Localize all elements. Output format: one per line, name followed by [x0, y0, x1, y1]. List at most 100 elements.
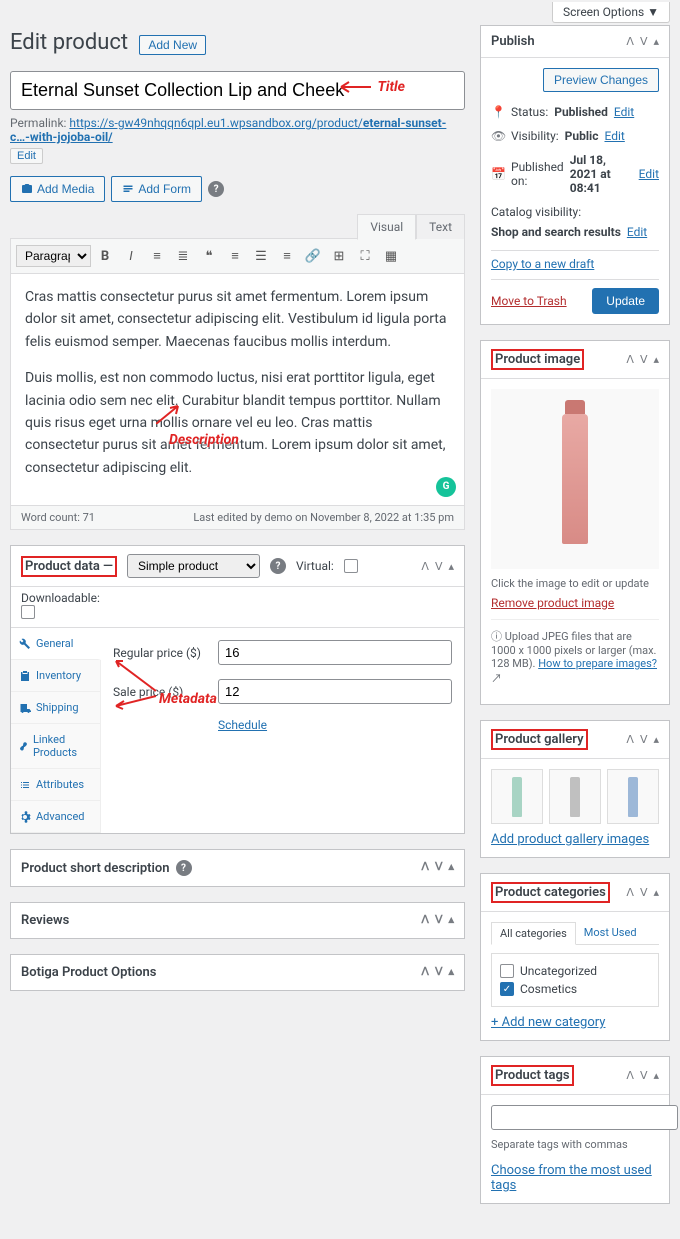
product-title-input[interactable] — [10, 71, 465, 110]
move-to-trash-link[interactable]: Move to Trash — [491, 294, 567, 308]
tab-text[interactable]: Text — [416, 214, 465, 239]
fullscreen-button[interactable]: ⛶ — [353, 244, 377, 268]
tags-note: Separate tags with commas — [491, 1138, 659, 1151]
align-left-button[interactable]: ≡ — [223, 244, 247, 268]
categories-title: Product categories — [491, 882, 610, 903]
chevron-up-icon[interactable]: ᐱ — [421, 860, 429, 876]
chevron-up-icon[interactable]: ᐱ — [626, 353, 634, 366]
cat-tab-all[interactable]: All categories — [491, 922, 576, 945]
cat-cosmetics-checkbox[interactable]: ✓ — [500, 982, 514, 996]
tab-linked[interactable]: Linked Products — [11, 724, 100, 769]
edit-status-link[interactable]: Edit — [614, 105, 634, 119]
chevron-down-icon[interactable]: ᐯ — [435, 860, 443, 876]
chevron-down-icon[interactable]: ᐯ — [640, 1069, 648, 1082]
chevron-down-icon[interactable]: ᐯ — [435, 913, 443, 928]
sale-price-input[interactable] — [218, 679, 452, 704]
schedule-link[interactable]: Schedule — [218, 718, 267, 732]
add-form-button[interactable]: Add Form — [111, 176, 202, 202]
chevron-down-icon[interactable]: ᐯ — [640, 733, 648, 746]
product-data-title: Product data — — [21, 556, 117, 577]
tab-advanced[interactable]: Advanced — [11, 801, 100, 833]
regular-price-input[interactable] — [218, 640, 452, 665]
tab-inventory[interactable]: Inventory — [11, 660, 100, 692]
add-category-link[interactable]: + Add new category — [491, 1015, 605, 1030]
italic-button[interactable]: I — [119, 244, 143, 268]
copy-draft-link[interactable]: Copy to a new draft — [491, 257, 594, 271]
toggle-icon[interactable]: ▴ — [653, 886, 659, 899]
edit-catalog-link[interactable]: Edit — [627, 225, 647, 239]
grammarly-icon[interactable]: G — [436, 477, 456, 497]
choose-tags-link[interactable]: Choose from the most used tags — [491, 1163, 652, 1193]
add-media-button[interactable]: Add Media — [10, 176, 105, 202]
align-right-button[interactable]: ≡ — [275, 244, 299, 268]
edit-visibility-link[interactable]: Edit — [604, 129, 624, 143]
ol-button[interactable]: ≣ — [171, 244, 195, 268]
quote-button[interactable]: ❝ — [197, 244, 221, 268]
chevron-down-icon[interactable]: ᐯ — [640, 353, 648, 366]
help-icon[interactable]: ? — [176, 860, 192, 876]
update-button[interactable]: Update — [592, 288, 659, 314]
product-type-select[interactable]: Simple product — [127, 554, 260, 578]
toggle-icon[interactable]: ▴ — [653, 733, 659, 746]
product-image-thumbnail[interactable] — [491, 389, 659, 569]
edit-date-link[interactable]: Edit — [639, 167, 659, 181]
image-click-note: Click the image to edit or update — [491, 577, 659, 590]
toggle-icon[interactable]: ▴ — [653, 353, 659, 366]
toggle-icon[interactable]: ▴ — [448, 965, 454, 980]
gallery-title: Product gallery — [491, 729, 588, 750]
sale-price-label: Sale price ($) — [113, 685, 208, 699]
toggle-icon[interactable]: ▴ — [653, 35, 659, 48]
link-button[interactable]: 🔗 — [301, 244, 325, 268]
page-title: Edit product — [10, 30, 128, 55]
gallery-thumb-2[interactable] — [549, 769, 601, 824]
toggle-icon[interactable]: ▴ — [448, 860, 454, 876]
toggle-icon[interactable]: ▴ — [448, 913, 454, 928]
tab-attributes[interactable]: Attributes — [11, 769, 100, 801]
format-select[interactable]: Paragraph — [16, 245, 91, 267]
more-button[interactable]: ⊞ — [327, 244, 351, 268]
tab-visual[interactable]: Visual — [357, 214, 416, 240]
tab-general[interactable]: General — [11, 628, 101, 660]
cat-uncategorized-checkbox[interactable] — [500, 964, 514, 978]
tags-input[interactable] — [491, 1105, 678, 1130]
toggle-icon[interactable]: ▴ — [448, 560, 454, 573]
chevron-up-icon[interactable]: ᐱ — [421, 560, 429, 573]
chevron-down-icon[interactable]: ᐯ — [640, 35, 648, 48]
chevron-up-icon[interactable]: ᐱ — [626, 886, 634, 899]
ul-button[interactable]: ≡ — [145, 244, 169, 268]
bold-button[interactable]: B — [93, 244, 117, 268]
clipboard-icon — [19, 670, 31, 682]
chevron-up-icon[interactable]: ᐱ — [626, 733, 634, 746]
eye-icon: 👁 — [491, 129, 505, 143]
prepare-images-link[interactable]: How to prepare images? — [538, 657, 657, 670]
align-center-button[interactable]: ☰ — [249, 244, 273, 268]
permalink-link[interactable]: https://s-gw49nhqqn6qpl.eu1.wpsandbox.or… — [10, 116, 446, 144]
virtual-checkbox[interactable] — [344, 559, 358, 573]
help-icon[interactable]: ? — [270, 558, 286, 574]
add-new-button[interactable]: Add New — [139, 35, 206, 55]
chevron-up-icon[interactable]: ᐱ — [626, 35, 634, 48]
add-gallery-link[interactable]: Add product gallery images — [491, 832, 649, 847]
preview-changes-button[interactable]: Preview Changes — [543, 68, 659, 92]
list-icon — [19, 779, 31, 791]
chevron-down-icon[interactable]: ᐯ — [435, 560, 443, 573]
tab-shipping[interactable]: Shipping — [11, 692, 100, 724]
last-edited: Last edited by demo on November 8, 2022 … — [193, 511, 454, 524]
gallery-thumb-3[interactable] — [607, 769, 659, 824]
toolbar-toggle-button[interactable]: ▦ — [379, 244, 403, 268]
toggle-icon[interactable]: ▴ — [653, 1069, 659, 1082]
chevron-down-icon[interactable]: ᐯ — [435, 965, 443, 980]
chevron-up-icon[interactable]: ᐱ — [421, 965, 429, 980]
cat-tab-most[interactable]: Most Used — [576, 922, 645, 944]
screen-options-toggle[interactable]: Screen Options ▼ — [552, 2, 670, 23]
chevron-up-icon[interactable]: ᐱ — [421, 913, 429, 928]
remove-image-link[interactable]: Remove product image — [491, 596, 614, 610]
chevron-up-icon[interactable]: ᐱ — [626, 1069, 634, 1082]
downloadable-checkbox[interactable] — [21, 605, 35, 619]
gallery-thumb-1[interactable] — [491, 769, 543, 824]
help-icon[interactable]: ? — [208, 181, 224, 197]
content-editor[interactable]: Cras mattis consectetur purus sit amet f… — [11, 274, 464, 505]
chevron-down-icon[interactable]: ᐯ — [640, 886, 648, 899]
edit-slug-button[interactable]: Edit — [10, 148, 43, 164]
botiga-title: Botiga Product Options — [21, 965, 156, 980]
